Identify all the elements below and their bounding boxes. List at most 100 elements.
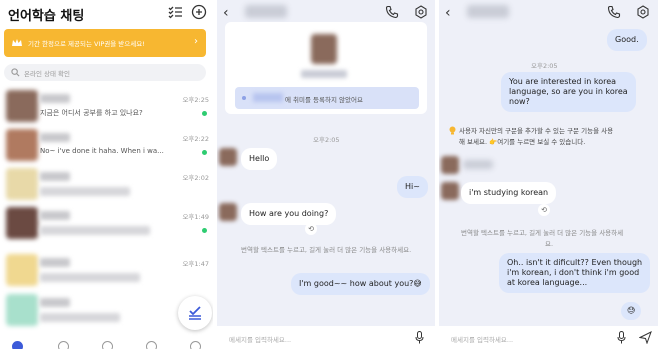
message-bubble-incoming[interactable]: How are you doing? [241,203,337,225]
list-item[interactable]: 오후1:47 [0,252,213,290]
back-arrow-icon[interactable]: ‹ [445,5,451,21]
message-input[interactable]: 메세지를 입력하세요... [217,326,435,349]
contact-name-blurred [40,298,70,307]
settings-gear-icon[interactable] [636,5,650,19]
hobby-notice: 에 취미를 등록하지 않았어요 [235,87,419,109]
list-item[interactable]: No~ i've done it haha. When i wa... 오후2:… [0,127,213,165]
add-chat-icon[interactable] [191,4,207,20]
contact-name-blurred [40,172,70,181]
contact-name-blurred [463,160,493,169]
hobby-notice-text: 에 취미를 등록하지 않았어요 [285,96,363,104]
search-input[interactable]: 온라인 상태 확인 [4,64,206,81]
message-bubble-incoming[interactable]: i'm studying korean [461,182,557,204]
timestamp: 오후2:02 [182,174,209,182]
online-indicator [202,228,207,233]
back-arrow-icon[interactable]: ‹ [223,5,229,21]
message-bubble-outgoing[interactable]: You are interested in korea language, so… [501,72,636,112]
check-list-icon [189,306,201,320]
vip-banner-text: 기간 한정으로 제공되는 VIP권을 받으세요! [28,40,145,48]
timestamp: 오후2:25 [182,96,209,104]
date-separator: 오후2:05 [313,136,340,144]
profile-avatar [311,34,337,64]
crown-icon [12,39,22,46]
message-line: at korea language... [507,278,588,287]
avatar [6,207,38,239]
chat-panel-1: ‹ 에 취미를 등록하지 않았어요 오후2:05 Hello Hi~ How a… [217,0,435,349]
profile-card[interactable]: 에 취미를 등록하지 않았어요 [225,22,427,114]
contact-name-blurred [40,258,70,267]
bottom-navigation [0,338,213,349]
message-bubble-outgoing[interactable]: Oh.. isn't it dificult?? Even though i'm… [499,253,651,293]
online-indicator [202,150,207,155]
avatar [6,90,38,122]
message-preview-blurred [40,187,130,196]
home-icon[interactable] [12,341,23,349]
list-item[interactable]: 오후1:49 [0,205,213,243]
list-item[interactable]: 지금은 어디서 공부를 하고 있나요? 오후2:25 [0,88,213,126]
hint-text: 번역할 텍스트를 누르고, 길게 눌러 더 많은 기능을 사용하세 [461,229,624,237]
message-bubble-outgoing[interactable]: I'm good~~ how about you?😅 [291,273,430,295]
avatar [6,294,38,326]
microphone-icon[interactable] [415,331,424,344]
timestamp: 오후1:49 [182,213,209,221]
notice-line: 사용자 자신만의 구문을 추가할 수 있는 구문 기능을 사용 [459,127,614,135]
input-placeholder: 메세지를 입력하세요... [229,336,292,344]
emoji-bubble[interactable]: 😓 [621,302,642,320]
avatar [441,182,459,200]
send-icon[interactable] [639,331,652,344]
calendar-icon[interactable] [146,341,157,349]
profile-icon[interactable] [190,341,201,349]
edit-fab-button[interactable] [178,296,212,330]
phrase-notice[interactable]: 사용자 자신만의 구문을 추가할 수 있는 구문 기능을 사용 해 보세요. 👉… [445,122,651,150]
message-bubble-outgoing[interactable]: Good. [607,29,647,51]
avatar [6,129,38,161]
timestamp: 오후2:22 [182,135,209,143]
message-preview-blurred [40,273,140,282]
translate-icon[interactable]: ⟲ [305,223,317,235]
message-bubble-incoming[interactable]: Hello [241,148,278,170]
contact-name-blurred [467,5,509,18]
bullet-icon [242,96,246,100]
message-line: now? [509,97,530,106]
vip-banner[interactable]: 기간 한정으로 제공되는 VIP권을 받으세요! › [4,29,206,57]
microphone-icon[interactable] [617,331,626,344]
hint-text: 요. [545,240,554,248]
page-title: 언어학습 채팅 [8,9,85,24]
message-line: Oh.. isn't it dificult?? Even though [507,258,643,267]
avatar [6,168,38,200]
contact-name-blurred [40,211,70,220]
settings-gear-icon[interactable] [414,5,428,19]
message-bubble-outgoing[interactable]: Hi~ [397,176,428,198]
message-preview-blurred [40,226,150,235]
message-line: i'm korean, i don't think i'm good [507,268,640,277]
message-line: You are interested in korea [509,77,617,86]
avatar [441,156,459,174]
message-line: language, so are you in korea [509,87,628,96]
message-preview-blurred [40,313,120,322]
chat-icon[interactable] [58,341,69,349]
message-input[interactable]: 메세지를 입력하세요... [439,326,658,349]
avatar [6,254,38,286]
search-placeholder: 온라인 상태 확인 [24,70,70,78]
contact-name-blurred [40,94,70,103]
search-icon [11,68,20,77]
notice-line: 해 보세요. 👉여기를 누르면 보실 수 있습니다. [459,138,586,146]
lightbulb-icon [449,126,456,135]
date-separator: 오후2:05 [531,62,558,70]
chevron-right-icon: › [194,36,198,47]
phone-icon[interactable] [385,5,399,19]
phone-icon[interactable] [607,5,621,19]
contact-name-blurred [245,5,287,18]
list-item[interactable]: 오후2:02 [0,166,213,204]
message-preview: 지금은 어디서 공부를 하고 있나요? [40,109,143,117]
contact-name-blurred [40,133,70,142]
online-indicator [202,111,207,116]
profile-name-blurred [301,70,347,78]
chat-panel-2: ‹ Good. 오후2:05 You are interested in kor… [439,0,658,349]
translate-icon[interactable]: ⟲ [538,204,550,216]
chat-list-panel: 언어학습 채팅 기간 한정으로 제공되는 VIP권을 받으세요! › 온라인 상… [0,0,213,349]
message-preview: No~ i've done it haha. When i wa... [40,147,164,155]
list-check-icon[interactable] [167,4,183,20]
people-icon[interactable] [102,341,113,349]
timestamp: 오후1:47 [182,260,209,268]
